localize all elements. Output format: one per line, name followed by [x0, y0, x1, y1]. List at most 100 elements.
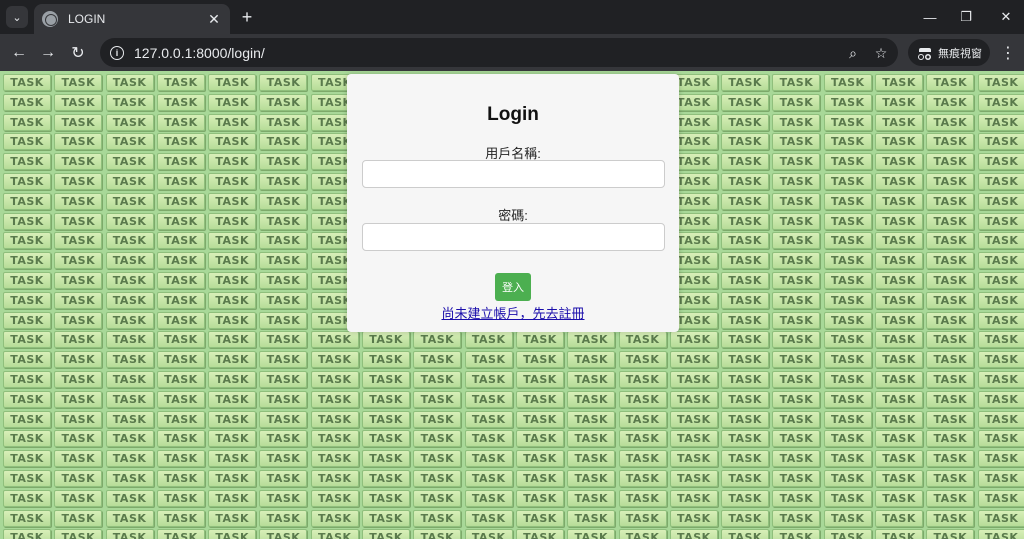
- task-tile: TASK: [208, 509, 257, 527]
- task-tile: TASK: [977, 113, 1024, 131]
- browser-tab[interactable]: LOGIN ✕: [34, 4, 230, 34]
- task-tile: TASK: [926, 390, 975, 408]
- task-tile: TASK: [208, 232, 257, 250]
- task-tile: TASK: [669, 410, 718, 428]
- task-tile: TASK: [54, 331, 103, 349]
- kebab-menu-icon[interactable]: ⋮: [998, 41, 1018, 65]
- task-tile: TASK: [413, 509, 462, 527]
- forward-arrow-icon[interactable]: →: [36, 41, 60, 65]
- url-text[interactable]: 127.0.0.1:8000/login/: [134, 45, 265, 61]
- bookmark-star-icon[interactable]: ☆: [872, 44, 890, 62]
- task-tile: TASK: [54, 489, 103, 507]
- task-tile: TASK: [669, 509, 718, 527]
- task-tile: TASK: [926, 311, 975, 329]
- task-tile: TASK: [515, 370, 564, 388]
- task-tile: TASK: [926, 93, 975, 111]
- username-field[interactable]: [362, 160, 665, 188]
- task-tile: TASK: [567, 370, 616, 388]
- task-tile: TASK: [669, 450, 718, 468]
- password-field[interactable]: [362, 223, 665, 251]
- task-tile: TASK: [208, 331, 257, 349]
- task-tile: TASK: [823, 192, 872, 210]
- task-tile: TASK: [208, 133, 257, 151]
- task-tile: TASK: [977, 529, 1024, 539]
- reload-icon[interactable]: ↻: [66, 41, 90, 65]
- task-tile: TASK: [54, 113, 103, 131]
- task-tile: TASK: [618, 370, 667, 388]
- task-tile: TASK: [721, 351, 770, 369]
- task-tile: TASK: [926, 192, 975, 210]
- task-tile: TASK: [977, 390, 1024, 408]
- task-tile: TASK: [259, 529, 308, 539]
- task-tile: TASK: [875, 331, 924, 349]
- task-tile: TASK: [259, 291, 308, 309]
- task-tile: TASK: [105, 469, 154, 487]
- task-tile: TASK: [772, 252, 821, 270]
- task-tile: TASK: [875, 509, 924, 527]
- task-tile: TASK: [259, 390, 308, 408]
- task-tile: TASK: [310, 450, 359, 468]
- task-tile: TASK: [54, 469, 103, 487]
- zoom-icon[interactable]: ⌕: [844, 44, 862, 62]
- task-tile: TASK: [54, 172, 103, 190]
- incognito-indicator[interactable]: 無痕視窗: [908, 39, 990, 66]
- task-tile: TASK: [926, 232, 975, 250]
- task-tile: TASK: [208, 113, 257, 131]
- task-tile: TASK: [721, 509, 770, 527]
- tab-search-chevron-icon[interactable]: ⌄: [6, 6, 28, 28]
- task-tile: TASK: [105, 271, 154, 289]
- task-tile: TASK: [772, 212, 821, 230]
- task-tile: TASK: [721, 331, 770, 349]
- restore-icon[interactable]: ❐: [946, 6, 986, 28]
- task-tile: TASK: [772, 489, 821, 507]
- task-tile: TASK: [3, 192, 51, 210]
- task-tile: TASK: [208, 529, 257, 539]
- task-tile: TASK: [977, 489, 1024, 507]
- task-tile: TASK: [156, 153, 205, 171]
- task-tile: TASK: [54, 450, 103, 468]
- task-tile: TASK: [618, 529, 667, 539]
- login-button[interactable]: 登入: [495, 273, 531, 301]
- task-tile: TASK: [156, 509, 205, 527]
- task-tile: TASK: [362, 469, 411, 487]
- task-tile: TASK: [208, 410, 257, 428]
- task-tile: TASK: [208, 370, 257, 388]
- task-tile: TASK: [926, 113, 975, 131]
- back-arrow-icon[interactable]: ←: [7, 41, 31, 65]
- task-tile: TASK: [721, 252, 770, 270]
- task-tile: TASK: [772, 469, 821, 487]
- task-tile: TASK: [977, 430, 1024, 448]
- task-tile: TASK: [721, 489, 770, 507]
- site-info-icon[interactable]: i: [110, 45, 124, 60]
- task-tile: TASK: [105, 509, 154, 527]
- task-tile: TASK: [362, 331, 411, 349]
- task-tile: TASK: [54, 311, 103, 329]
- task-tile: TASK: [3, 271, 51, 289]
- task-tile: TASK: [156, 271, 205, 289]
- task-tile: TASK: [105, 430, 154, 448]
- address-bar[interactable]: i 127.0.0.1:8000/login/ ⌕ ☆: [100, 38, 898, 67]
- task-tile: TASK: [105, 93, 154, 111]
- task-tile: TASK: [515, 430, 564, 448]
- task-tile: TASK: [823, 390, 872, 408]
- task-tile: TASK: [875, 291, 924, 309]
- task-tile: TASK: [105, 133, 154, 151]
- task-tile: TASK: [721, 529, 770, 539]
- task-tile: TASK: [310, 370, 359, 388]
- task-tile: TASK: [977, 74, 1024, 91]
- task-tile: TASK: [721, 232, 770, 250]
- browser-toolbar: ← → ↻ i 127.0.0.1:8000/login/ ⌕ ☆ 無痕視窗 ⋮: [0, 34, 1024, 71]
- task-tile: TASK: [156, 331, 205, 349]
- tab-close-icon[interactable]: ✕: [206, 11, 222, 28]
- task-tile: TASK: [464, 509, 513, 527]
- task-tile: TASK: [875, 410, 924, 428]
- login-title: Login: [487, 104, 539, 125]
- minimize-icon[interactable]: —: [910, 6, 950, 28]
- register-link[interactable]: 尚未建立帳戶，先去註冊: [347, 303, 679, 322]
- window-close-icon[interactable]: ✕: [986, 6, 1024, 28]
- task-tile: TASK: [259, 370, 308, 388]
- task-tile: TASK: [669, 489, 718, 507]
- task-tile: TASK: [977, 192, 1024, 210]
- task-tile: TASK: [54, 509, 103, 527]
- new-tab-plus-icon[interactable]: +: [236, 6, 258, 28]
